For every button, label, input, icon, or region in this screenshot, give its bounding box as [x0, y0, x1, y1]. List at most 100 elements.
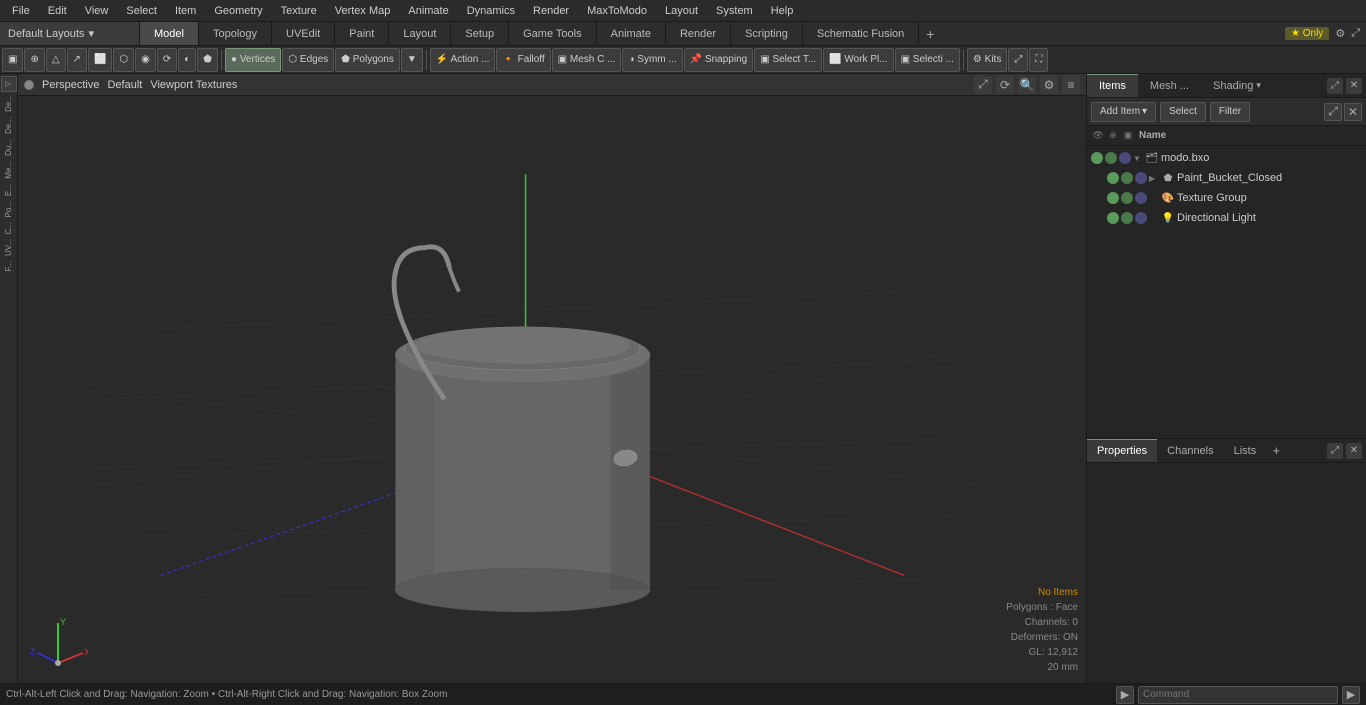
command-submit-btn[interactable]: ▶ [1342, 686, 1360, 704]
tool-undo[interactable]: ⟳ [157, 48, 177, 72]
star-badge[interactable]: ★ Only [1285, 27, 1329, 40]
tab-scripting[interactable]: Scripting [731, 22, 803, 45]
eye3-directional-light[interactable] [1135, 212, 1147, 224]
prop-close-icon[interactable]: ✕ [1346, 443, 1362, 459]
tab-paint[interactable]: Paint [335, 22, 389, 45]
tool-symmetry[interactable]: ◑ Symm ... [622, 48, 682, 72]
tool-origin[interactable]: ⊕ [24, 48, 44, 72]
tab-uvedit[interactable]: UVEdit [272, 22, 335, 45]
prop-tab-add[interactable]: + [1266, 443, 1286, 458]
tab-add-button[interactable]: + [919, 23, 941, 45]
panel-tab-shading[interactable]: Shading ▾ [1201, 74, 1273, 97]
panel-tab-items[interactable]: Items [1087, 74, 1138, 97]
scene-item-paint-bucket[interactable]: ▶ ⬟ Paint_Bucket_Closed [1087, 168, 1366, 188]
menu-dynamics[interactable]: Dynamics [459, 3, 523, 19]
tool-edges[interactable]: ⬡ Edges [282, 48, 334, 72]
tool-box[interactable]: ⬜ [88, 48, 112, 72]
scene-item-modo-bxo[interactable]: ▼ 🗂 modo.bxo [1087, 148, 1366, 168]
menu-layout[interactable]: Layout [657, 3, 706, 19]
eye3-paint-bucket[interactable] [1135, 172, 1147, 184]
left-label-me[interactable]: Me... [3, 159, 14, 181]
viewport-reset-icon[interactable]: ⟳ [996, 76, 1014, 94]
eye3-texture-group[interactable] [1135, 192, 1147, 204]
tool-sphere[interactable]: ⬡ [113, 48, 134, 72]
menu-animate[interactable]: Animate [400, 3, 456, 19]
menu-view[interactable]: View [77, 3, 117, 19]
tool-polygons[interactable]: ⬟ Polygons [335, 48, 400, 72]
prop-tab-channels[interactable]: Channels [1157, 439, 1223, 462]
menu-select[interactable]: Select [118, 3, 165, 19]
select-button[interactable]: Select [1160, 102, 1206, 122]
menu-file[interactable]: File [4, 3, 38, 19]
left-label-f[interactable]: F... [3, 259, 14, 274]
tab-render[interactable]: Render [666, 22, 731, 45]
viewport-view-type[interactable]: Perspective [42, 79, 99, 91]
tool-transform[interactable]: △ [46, 48, 66, 72]
add-item-button[interactable]: Add Item ▾ [1091, 102, 1156, 122]
left-label-po[interactable]: Po... [3, 199, 14, 219]
tool-workplane[interactable]: ⬜ Work Pl... [823, 48, 893, 72]
panel-close-icon[interactable]: ✕ [1346, 78, 1362, 94]
menu-texture[interactable]: Texture [273, 3, 325, 19]
scene-item-directional-light[interactable]: ▶ 💡 Directional Light [1087, 208, 1366, 228]
viewport-camera[interactable]: Default [107, 79, 142, 91]
tool-move[interactable]: ↗ [67, 48, 87, 72]
tool-kits[interactable]: ⚙ Kits [967, 48, 1007, 72]
layout-dropdown[interactable]: Default Layouts ▾ [0, 22, 140, 45]
tool-mirror[interactable]: ◐ [178, 48, 196, 72]
eye2-modo-bxo[interactable] [1105, 152, 1117, 164]
viewport-canvas[interactable]: No Items Polygons : Face Channels: 0 Def… [18, 96, 1086, 683]
tab-topology[interactable]: Topology [199, 22, 272, 45]
tool-fullscreen[interactable]: ⛶ [1029, 48, 1048, 72]
viewport-search-icon[interactable]: 🔍 [1018, 76, 1036, 94]
menu-edit[interactable]: Edit [40, 3, 75, 19]
left-label-c[interactable]: C... [3, 220, 14, 236]
tool-vertices[interactable]: ● Vertices [225, 48, 281, 72]
tab-layout[interactable]: Layout [389, 22, 451, 45]
prop-expand-icon[interactable]: ⤢ [1327, 443, 1343, 459]
eye2-paint-bucket[interactable] [1121, 172, 1133, 184]
prop-tab-properties[interactable]: Properties [1087, 439, 1157, 462]
menu-item[interactable]: Item [167, 3, 204, 19]
menu-maxtomodo[interactable]: MaxToModo [579, 3, 655, 19]
tool-snapping[interactable]: 📌 Snapping [684, 48, 754, 72]
tool-expand[interactable]: ⤢ [1008, 48, 1028, 72]
eye-texture-group[interactable] [1107, 192, 1119, 204]
menu-vertex-map[interactable]: Vertex Map [327, 3, 399, 19]
layout-settings-icon[interactable]: ⚙ [1335, 27, 1345, 40]
tool-rotate[interactable]: ◉ [135, 48, 156, 72]
scene-item-texture-group[interactable]: ▶ 🎨 Texture Group [1087, 188, 1366, 208]
tool-select-type[interactable]: ▣ Select T... [754, 48, 822, 72]
left-label-de2[interactable]: De... [3, 115, 14, 136]
eye3-modo-bxo[interactable] [1119, 152, 1131, 164]
layout-expand-icon[interactable]: ⤢ [1351, 27, 1360, 40]
eye-directional-light[interactable] [1107, 212, 1119, 224]
left-btn-1[interactable]: ◁ [1, 76, 17, 92]
tab-game-tools[interactable]: Game Tools [509, 22, 597, 45]
items-expand-icon[interactable]: ⤢ [1324, 103, 1342, 121]
left-label-de1[interactable]: De... [3, 93, 14, 114]
viewport-shading[interactable]: Viewport Textures [150, 79, 237, 91]
tab-schematic-fusion[interactable]: Schematic Fusion [803, 22, 919, 45]
panel-expand-icon[interactable]: ⤢ [1327, 78, 1343, 94]
left-label-uv[interactable]: UV... [3, 237, 14, 258]
command-input[interactable] [1138, 686, 1338, 704]
tool-selection[interactable]: ▣ Selecti ... [895, 48, 960, 72]
tool-falloff[interactable]: 🔸 Falloff [496, 48, 550, 72]
eye2-texture-group[interactable] [1121, 192, 1133, 204]
prop-tab-lists[interactable]: Lists [1224, 439, 1267, 462]
tool-polygon-type[interactable]: ▼ [401, 48, 423, 72]
menu-system[interactable]: System [708, 3, 761, 19]
menu-render[interactable]: Render [525, 3, 577, 19]
tool-diamond[interactable]: ⬟ [197, 48, 218, 72]
eye2-directional-light[interactable] [1121, 212, 1133, 224]
left-label-dup[interactable]: Du... [3, 137, 14, 158]
filter-button[interactable]: Filter [1210, 102, 1250, 122]
viewport-resize-icon[interactable]: ⤢ [974, 76, 992, 94]
tool-select-mode[interactable]: ▣ [2, 48, 23, 72]
tool-action[interactable]: ⚡ Action ... [430, 48, 496, 72]
tab-animate[interactable]: Animate [597, 22, 666, 45]
left-label-e[interactable]: E... [3, 182, 14, 198]
items-close-icon[interactable]: ✕ [1344, 103, 1362, 121]
tab-model[interactable]: Model [140, 22, 199, 45]
